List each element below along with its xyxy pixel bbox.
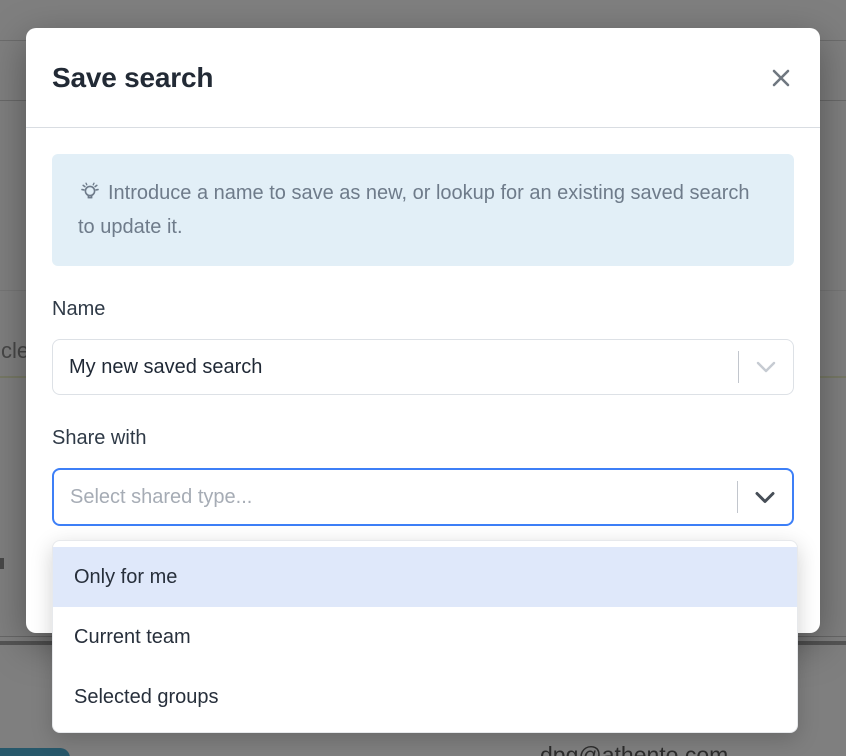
- name-input[interactable]: [53, 340, 738, 394]
- share-type-select[interactable]: [54, 470, 737, 524]
- name-field: [52, 339, 794, 395]
- info-banner: Introduce a name to save as new, or look…: [52, 154, 794, 266]
- share-dropdown-toggle[interactable]: [737, 470, 792, 524]
- name-field-label: Name: [52, 298, 794, 321]
- name-dropdown-toggle[interactable]: [738, 340, 793, 394]
- close-icon: [770, 67, 792, 89]
- close-button[interactable]: [764, 61, 798, 95]
- share-field-label: Share with: [52, 427, 794, 450]
- modal-body: Introduce a name to save as new, or look…: [26, 128, 820, 552]
- chevron-down-icon: [755, 491, 775, 504]
- chevron-down-icon: [756, 361, 776, 373]
- lightbulb-icon: [78, 180, 102, 204]
- share-type-dropdown: Only for me Current team Selected groups: [52, 540, 798, 733]
- dropdown-option-current-team[interactable]: Current team: [53, 607, 797, 667]
- dropdown-option-selected-groups[interactable]: Selected groups: [53, 667, 797, 727]
- share-field: [52, 468, 794, 526]
- info-banner-text: Introduce a name to save as new, or look…: [78, 182, 749, 238]
- dropdown-option-only-for-me[interactable]: Only for me: [53, 547, 797, 607]
- modal-header: Save search: [26, 28, 820, 128]
- modal-title: Save search: [52, 62, 213, 94]
